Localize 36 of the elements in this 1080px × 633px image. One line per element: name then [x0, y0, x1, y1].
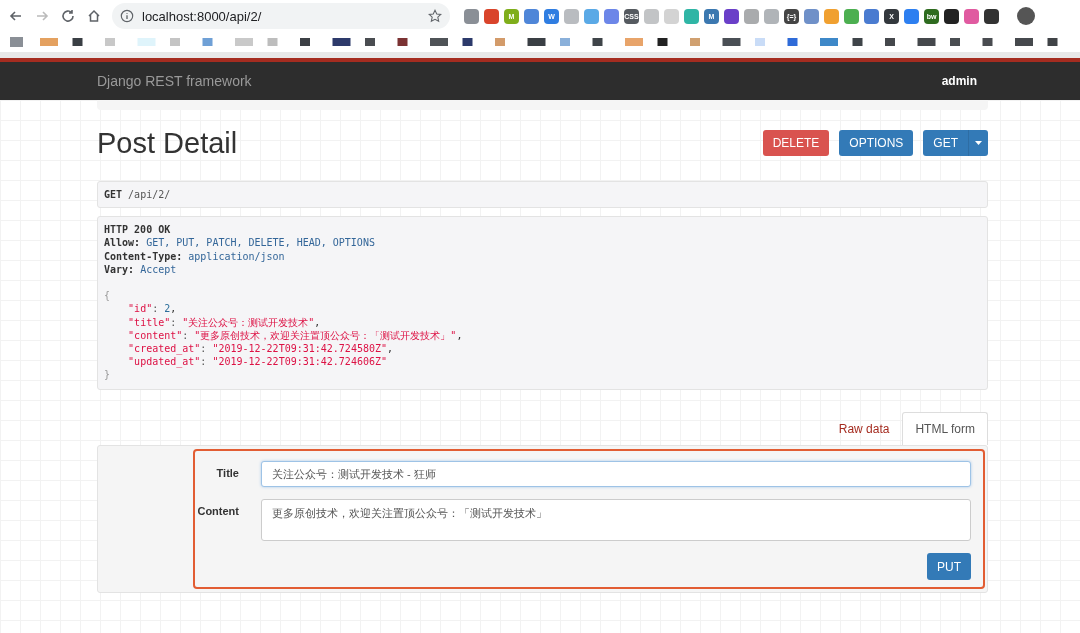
content-field[interactable]: 更多原创技术，欢迎关注置顶公众号：「测试开发技术」	[261, 499, 971, 542]
extension-icon[interactable]	[944, 8, 959, 24]
header-line: Allow: GET, PUT, PATCH, DELETE, HEAD, OPTIONS	[104, 236, 376, 250]
json-line: "content": "更多原创技术，欢迎关注置顶公众号：「测试开发技术」",	[127, 328, 464, 343]
json-line: "id": 2,	[127, 302, 178, 316]
extension-icon[interactable]	[984, 8, 999, 24]
extension-icon[interactable]	[724, 8, 739, 24]
info-icon	[120, 9, 134, 23]
get-button[interactable]: GET	[923, 130, 968, 156]
status-line: HTTP 200 OK	[104, 223, 172, 237]
header-line: Vary: Accept	[104, 262, 178, 276]
brace: {	[104, 289, 112, 303]
star-icon[interactable]	[428, 9, 442, 23]
json-line: "created_at": "2019-12-22T09:31:42.724580Z",	[127, 342, 395, 356]
caret-icon	[975, 141, 982, 145]
address-bar[interactable]: localhost:8000/api/2/	[112, 3, 450, 29]
json-line: "title": "关注公众号：测试开发技术",	[127, 315, 322, 329]
home-icon[interactable]	[86, 8, 102, 24]
page-title: Post Detail	[97, 126, 238, 160]
delete-button[interactable]: DELETE	[762, 130, 830, 156]
form-tab[interactable]: HTML form	[902, 412, 988, 446]
header-line: Content-Type: application/json	[104, 249, 286, 263]
user-menu[interactable]: admin	[941, 74, 977, 88]
dropdown-toggle[interactable]	[968, 130, 988, 156]
options-button[interactable]: OPTIONS	[839, 130, 914, 156]
title-field[interactable]: 关注公众号：测试开发技术 - 狂师	[261, 461, 971, 488]
field-label: Content	[196, 504, 239, 518]
brace: }	[104, 368, 112, 382]
field-label: Title	[215, 466, 239, 480]
put-button[interactable]: PUT	[927, 553, 971, 581]
profile-avatar[interactable]	[1017, 7, 1035, 25]
request-line: GET /api/2/	[104, 188, 172, 202]
reload-icon[interactable]	[60, 8, 76, 24]
navbar-brand[interactable]: Django REST framework	[97, 73, 252, 89]
form-tab[interactable]: Raw data	[825, 412, 903, 446]
json-line: "updated_at": "2019-12-22T09:31:42.724606Z"	[127, 355, 388, 369]
